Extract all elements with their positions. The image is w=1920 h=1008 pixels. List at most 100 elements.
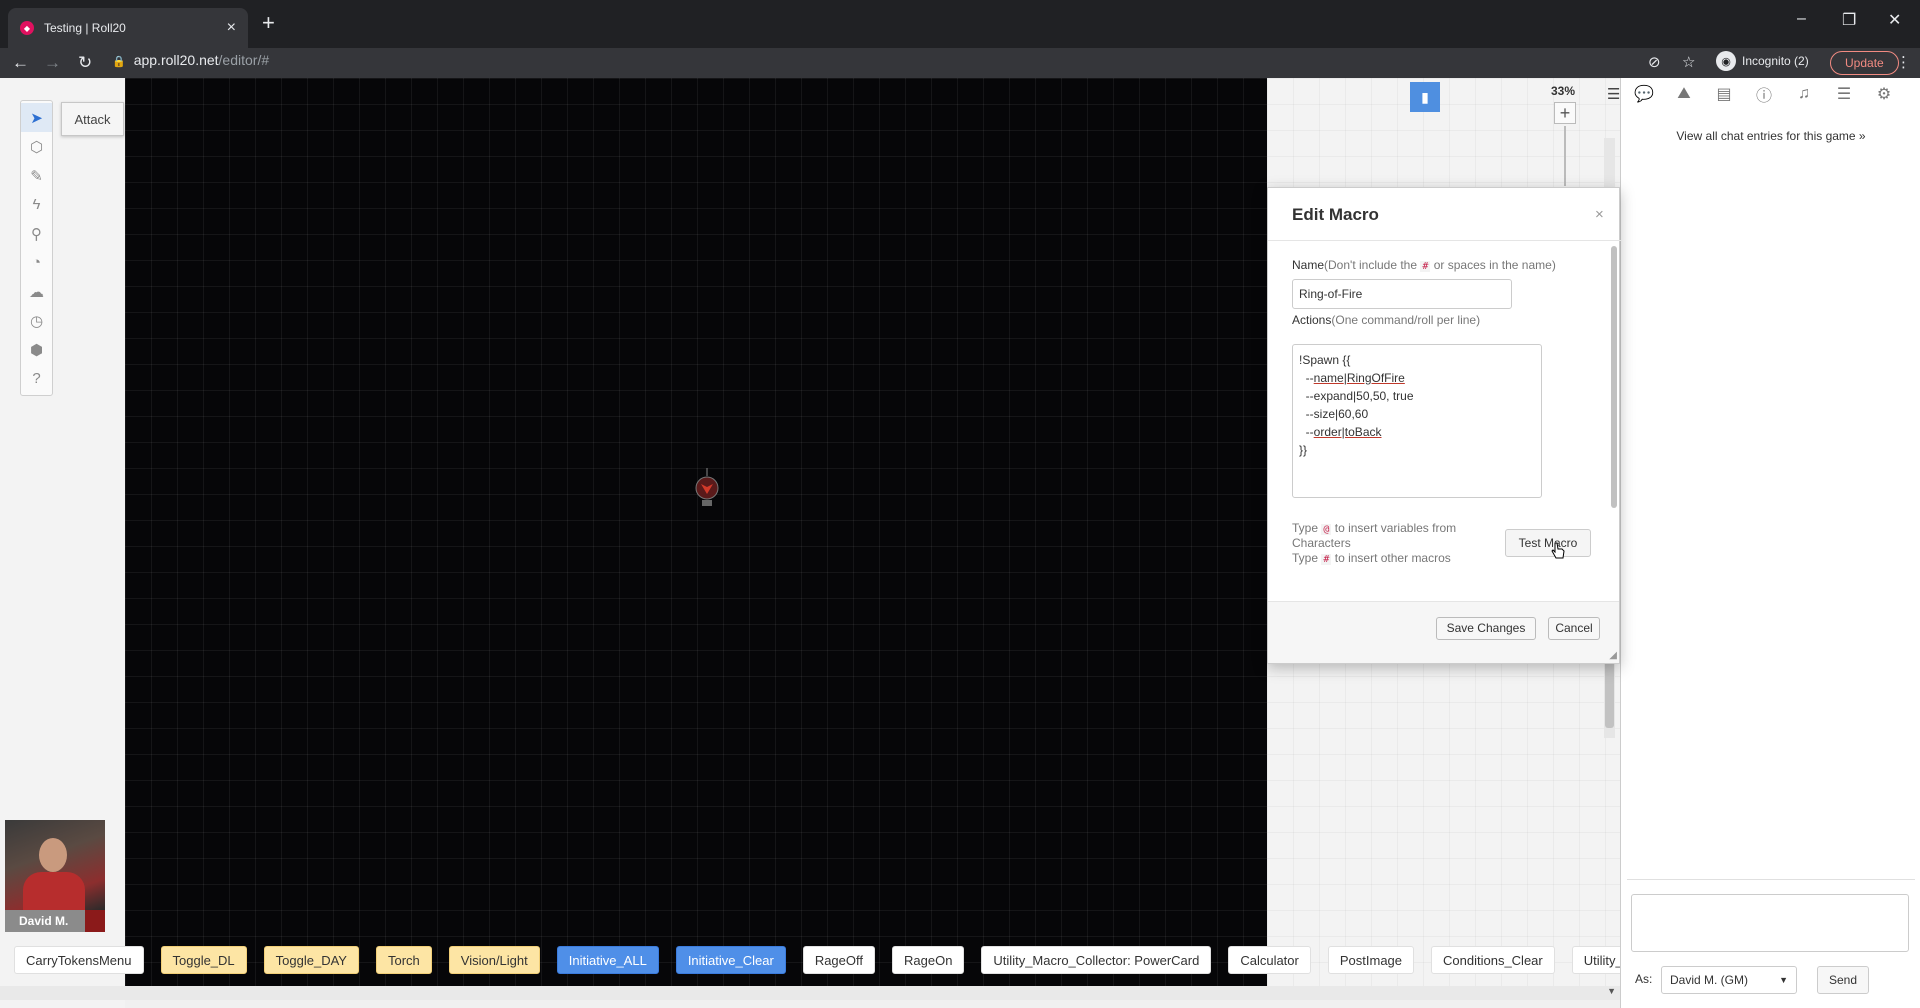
macro-button[interactable]: RageOff: [802, 946, 875, 974]
scroll-down-arrow-icon[interactable]: ▼: [1607, 986, 1616, 996]
action-line: --size|60,60: [1299, 407, 1369, 421]
jukebox-tab-icon[interactable]: ♫: [1791, 82, 1817, 106]
macro-actions-textarea[interactable]: !Spawn {{ --name|RingOfFire --expand|50,…: [1292, 344, 1542, 498]
tab-close-icon[interactable]: ×: [227, 19, 236, 37]
collection-tab-icon[interactable]: ☰: [1831, 82, 1857, 106]
player-avatar[interactable]: David M.: [5, 820, 105, 932]
name-hint-pre: (Don't include the: [1324, 258, 1418, 272]
zoom-tool-icon[interactable]: ⚲: [21, 219, 52, 248]
chat-tab-icon[interactable]: 💬: [1631, 82, 1657, 106]
zoom-level: 33%: [1551, 84, 1576, 98]
avatar-face: [39, 838, 67, 872]
tip-macros: Type # to insert other macros: [1292, 551, 1451, 565]
browser-tab[interactable]: ◆ Testing | Roll20 ×: [8, 8, 248, 48]
macro-button[interactable]: Vision/Light: [448, 946, 540, 974]
view-all-chat-link[interactable]: View all chat entries for this game »: [1621, 129, 1920, 143]
window-close-icon[interactable]: ✕: [1888, 10, 1901, 30]
macro-button[interactable]: Conditions_Clear: [1431, 946, 1555, 974]
dialog-close-icon[interactable]: ×: [1595, 206, 1604, 223]
browser-tab-bar: ◆ Testing | Roll20 × + – ❐ ✕: [0, 0, 1920, 48]
speaking-as-select[interactable]: David M. (GM) ▼: [1661, 966, 1797, 994]
macro-button[interactable]: Toggle_DAY: [263, 946, 359, 974]
macro-button[interactable]: Calculator: [1228, 946, 1311, 974]
map-token[interactable]: [692, 468, 722, 508]
settings-gear-icon[interactable]: ⚙: [1871, 82, 1897, 106]
macro-button[interactable]: PostImage: [1327, 946, 1415, 974]
reload-icon[interactable]: ↻: [78, 53, 92, 73]
journal-tab-icon[interactable]: ▤: [1711, 82, 1737, 106]
restore-icon[interactable]: ❐: [1842, 10, 1856, 30]
send-button[interactable]: Send: [1817, 966, 1869, 994]
speaking-as-value: David M. (GM): [1670, 973, 1748, 987]
lock-icon: 🔒: [112, 56, 126, 68]
roll20-editor: ➤ ⬡ ✎ ϟ ⚲ ◔ ☁ ◷ ⬢ ? Attack ▮ 33% + ☰ Dav…: [0, 78, 1920, 1008]
fog-tool-icon[interactable]: ☁: [21, 277, 52, 306]
name-field-label: Name(Don't include the # or spaces in th…: [1292, 258, 1556, 272]
sidebar-tabs: 💬 ⛰ ▤ ⓘ ♫ ☰ ⚙: [1631, 82, 1897, 106]
help-tool-icon[interactable]: ?: [21, 364, 52, 393]
forward-icon[interactable]: →: [44, 53, 61, 73]
macro-button[interactable]: CarryTokensMenu: [14, 946, 144, 974]
zoom-slider[interactable]: [1564, 126, 1566, 186]
name-hint-code: #: [1420, 261, 1431, 272]
macro-button[interactable]: Torch: [375, 946, 432, 974]
attack-button[interactable]: Attack: [61, 102, 124, 136]
resize-grip-icon[interactable]: ◢: [1609, 650, 1617, 661]
edit-macro-dialog: Edit Macro × Name(Don't include the # or…: [1267, 187, 1621, 664]
dice-tool-icon[interactable]: ⬢: [21, 335, 52, 364]
page-toolbar-icon[interactable]: ▮: [1410, 82, 1440, 112]
incognito-label: Incognito (2): [1742, 54, 1809, 68]
player-color-swatch[interactable]: [85, 910, 105, 932]
url-path: /editor/#: [218, 52, 270, 68]
chat-divider: [1627, 879, 1915, 880]
bookmark-star-icon[interactable]: ☆: [1682, 53, 1695, 71]
macro-button[interactable]: Initiative_ALL: [556, 946, 659, 974]
cancel-button[interactable]: Cancel: [1548, 617, 1600, 640]
macro-button[interactable]: Utility_Macro_C: [1571, 946, 1620, 974]
map-horizontal-scrollbar[interactable]: ▼: [0, 986, 1620, 1000]
tip-variables-cont: Characters: [1292, 536, 1351, 550]
compendium-tab-icon[interactable]: ⓘ: [1751, 82, 1777, 106]
zoom-in-icon[interactable]: +: [1554, 102, 1576, 124]
macro-button[interactable]: Toggle_DL: [160, 946, 247, 974]
macro-button[interactable]: Initiative_Clear: [675, 946, 786, 974]
chevron-down-icon: ▼: [1779, 975, 1788, 985]
save-changes-button[interactable]: Save Changes: [1436, 617, 1536, 640]
measure-tool-icon[interactable]: ◔: [21, 248, 52, 277]
chat-input[interactable]: [1631, 894, 1909, 952]
art-library-tab-icon[interactable]: ⛰: [1671, 82, 1697, 106]
actions-hint: (One command/roll per line): [1331, 313, 1481, 327]
back-icon[interactable]: ←: [12, 53, 29, 73]
draw-tool-icon[interactable]: ✎: [21, 161, 52, 190]
select-tool-icon[interactable]: ➤: [21, 103, 52, 132]
roll20-favicon-icon: ◆: [20, 21, 34, 35]
incognito-icon: ◉: [1716, 51, 1736, 71]
update-button[interactable]: Update: [1830, 51, 1899, 75]
test-macro-button[interactable]: Test Macro: [1505, 529, 1591, 557]
new-tab-icon[interactable]: +: [262, 12, 275, 34]
macro-button[interactable]: RageOn: [892, 946, 965, 974]
macro-name-input[interactable]: Ring-of-Fire: [1292, 279, 1512, 309]
tip-variables: Type @ to insert variables from: [1292, 521, 1457, 535]
action-line: !Spawn {{: [1299, 353, 1351, 367]
speaking-as-label: As:: [1635, 972, 1653, 986]
minimize-icon[interactable]: –: [1797, 10, 1806, 28]
action-line: --name|RingOfFire: [1299, 371, 1405, 385]
incognito-indicator[interactable]: ◉ Incognito (2): [1716, 51, 1809, 71]
macro-button[interactable]: Utility_Macro_Collector: PowerCard: [981, 946, 1212, 974]
actions-label: Actions: [1292, 313, 1332, 327]
browser-menu-icon[interactable]: ⋮: [1896, 53, 1911, 71]
dialog-scrollbar[interactable]: [1611, 246, 1617, 508]
fx-tool-icon[interactable]: ϟ: [21, 190, 52, 219]
tab-title: Testing | Roll20: [44, 21, 126, 35]
layers-tool-icon[interactable]: ⬡: [21, 132, 52, 161]
turn-tracker-icon[interactable]: ◷: [21, 306, 52, 335]
right-sidebar: 💬 ⛰ ▤ ⓘ ♫ ☰ ⚙ View all chat entries for …: [1620, 78, 1920, 1008]
sidebar-toggle-icon[interactable]: ☰: [1607, 85, 1620, 103]
address-bar[interactable]: 🔒 app.roll20.net/editor/#: [112, 52, 269, 68]
eye-off-icon[interactable]: ⊘: [1648, 53, 1661, 71]
player-name: David M.: [5, 910, 85, 932]
map-canvas[interactable]: [125, 78, 1267, 998]
dialog-title: Edit Macro: [1292, 205, 1379, 224]
scrollbar-thumb[interactable]: [1605, 658, 1614, 728]
